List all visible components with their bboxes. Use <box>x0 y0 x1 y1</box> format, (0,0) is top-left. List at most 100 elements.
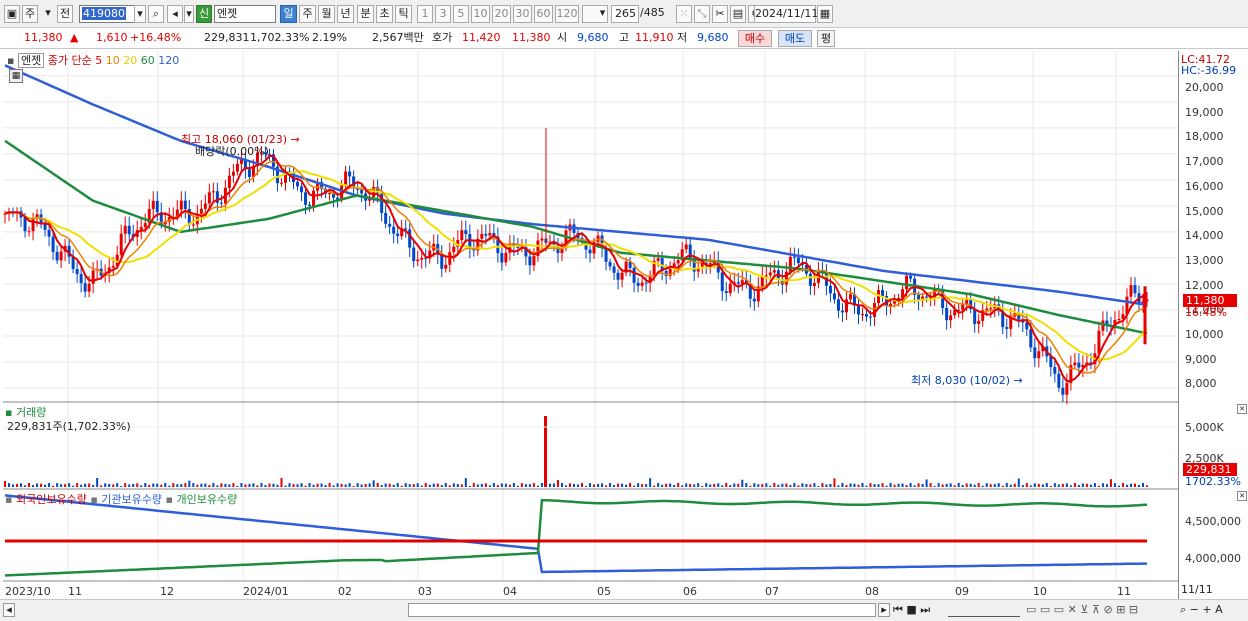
volume-bar <box>524 484 527 487</box>
zoom-icon[interactable]: ⤡ <box>694 5 710 23</box>
interval-10-button[interactable]: 10 <box>471 5 490 23</box>
candle-body <box>768 272 772 276</box>
candle-body <box>772 270 776 273</box>
table-icon[interactable]: ▦ <box>9 69 23 83</box>
candle-body <box>352 176 356 188</box>
sell-button[interactable]: 매도 <box>778 30 812 47</box>
tab-period-year[interactable]: 년 <box>337 5 354 23</box>
volume-bar <box>821 483 824 487</box>
code-input[interactable]: 419080 <box>79 5 135 23</box>
chart-area[interactable]: 2023/10 11 12 2024/01 02 03 04 05 06 07 08 09 10 11 ▪… <box>3 51 1178 599</box>
chart-tools-icons[interactable]: ▭ ▭ ▭ ✕ ⊻ ⊼ ⊘ ⊞ ⊟ <box>1026 603 1138 616</box>
playback-controls[interactable]: ⏮ ■ ⏭ <box>893 603 930 617</box>
volume-bar <box>713 483 716 487</box>
volume-bar <box>601 483 604 487</box>
volume-bar <box>76 483 79 487</box>
market-all-button[interactable]: 전 <box>57 5 73 23</box>
tab-period-month[interactable]: 월 <box>318 5 335 23</box>
candle-body <box>1005 327 1009 329</box>
turnover-pct: 2.19% <box>312 31 347 44</box>
volume-close-icon[interactable]: ✕ <box>1237 404 1247 414</box>
volume-bar <box>681 485 684 487</box>
buy-button[interactable]: 매수 <box>738 30 772 47</box>
date-input[interactable]: 2024/11/11 <box>754 5 818 23</box>
tab-period-second[interactable]: 초 <box>376 5 393 23</box>
zoom-slider[interactable] <box>948 603 1020 617</box>
volume-bar <box>108 483 111 487</box>
candle-body <box>155 200 159 213</box>
tab-period-minute[interactable]: 분 <box>357 5 374 23</box>
scroll-left-icon[interactable]: ◂ <box>3 603 15 617</box>
interval-3-button[interactable]: 3 <box>435 5 451 23</box>
market-select[interactable]: 주 <box>22 5 38 23</box>
volume-bar <box>520 483 523 487</box>
tab-period-day[interactable]: 일 <box>280 5 297 23</box>
scrollbar-thumb[interactable] <box>408 603 876 617</box>
price-tick: 20,000 <box>1185 81 1224 94</box>
candle-body <box>949 315 953 321</box>
candle-body <box>183 200 187 209</box>
volume-bar <box>200 483 203 487</box>
scroll-right-icon[interactable]: ▸ <box>878 603 890 617</box>
interval-20-button[interactable]: 20 <box>492 5 511 23</box>
speaker-icon[interactable]: ◂ <box>167 5 183 23</box>
volume-bar <box>901 483 904 487</box>
volume-bar <box>693 484 696 487</box>
volume-bar <box>308 483 311 487</box>
grid-icon[interactable]: ⁙ <box>676 5 692 23</box>
volume-bar <box>4 481 6 487</box>
search-icon[interactable]: ⌕ <box>148 5 164 23</box>
volume-bar <box>621 483 624 487</box>
candle-body <box>897 298 901 300</box>
candle-body <box>588 249 592 254</box>
calendar-icon[interactable]: ▦ <box>817 5 833 23</box>
volume-bar <box>28 483 31 487</box>
layout-icon[interactable]: ▣ <box>4 5 20 23</box>
count-input[interactable]: 265 <box>611 5 639 23</box>
volume-bar <box>100 485 103 487</box>
volume-bar <box>280 478 283 487</box>
volume-bar <box>721 485 724 487</box>
volume-bar <box>148 485 151 487</box>
candle-body <box>985 308 989 311</box>
price-chart[interactable]: 2023/10 11 12 2024/01 02 03 04 05 06 07 08 09 10 11 <box>3 51 1178 599</box>
tab-period-week[interactable]: 주 <box>299 5 316 23</box>
volume-bar <box>665 483 668 487</box>
candle-body <box>440 254 444 269</box>
volume-bar <box>1041 484 1044 487</box>
crop-icon[interactable]: ✂ <box>712 5 728 23</box>
code-dropdown-icon[interactable]: ▾ <box>134 5 146 23</box>
volume-bar <box>1113 483 1116 487</box>
tab-period-tick[interactable]: 틱 <box>395 5 412 23</box>
volume-bar <box>837 485 840 487</box>
interval-120-button[interactable]: 120 <box>555 5 579 23</box>
candle-body <box>616 272 620 280</box>
volume-bar <box>845 485 848 487</box>
interval-1-button[interactable]: 1 <box>417 5 433 23</box>
candle-body <box>388 223 392 227</box>
volume-bar <box>264 485 267 487</box>
holding-close-icon[interactable]: ✕ <box>1237 491 1247 501</box>
stock-name-field[interactable]: 엔젯 <box>214 5 276 23</box>
speaker-dropdown-icon[interactable]: ▾ <box>184 5 194 23</box>
volume-bar <box>609 483 612 487</box>
volume-bar <box>709 484 712 487</box>
interval-30-button[interactable]: 30 <box>513 5 532 23</box>
interval-dropdown-icon[interactable]: ▾ <box>597 5 608 23</box>
volume-bar <box>304 485 307 487</box>
volume-bar <box>945 483 948 487</box>
zoom-tools[interactable]: ⌕ − + A <box>1180 603 1223 617</box>
volume-bar <box>1009 484 1012 487</box>
volume-bar <box>789 485 792 487</box>
volume-bar <box>296 484 299 487</box>
interval-5-button[interactable]: 5 <box>453 5 469 23</box>
save-icon[interactable]: ▤ <box>730 5 746 23</box>
interval-60-button[interactable]: 60 <box>534 5 553 23</box>
volume-bar <box>144 483 147 487</box>
market-dropdown-icon[interactable]: ▾ <box>40 5 56 23</box>
volume-bar <box>164 483 167 487</box>
volume-bar <box>1093 483 1096 487</box>
volume-bar <box>84 483 87 487</box>
candle-body <box>792 256 796 258</box>
evaluate-button[interactable]: 평 <box>817 30 835 47</box>
